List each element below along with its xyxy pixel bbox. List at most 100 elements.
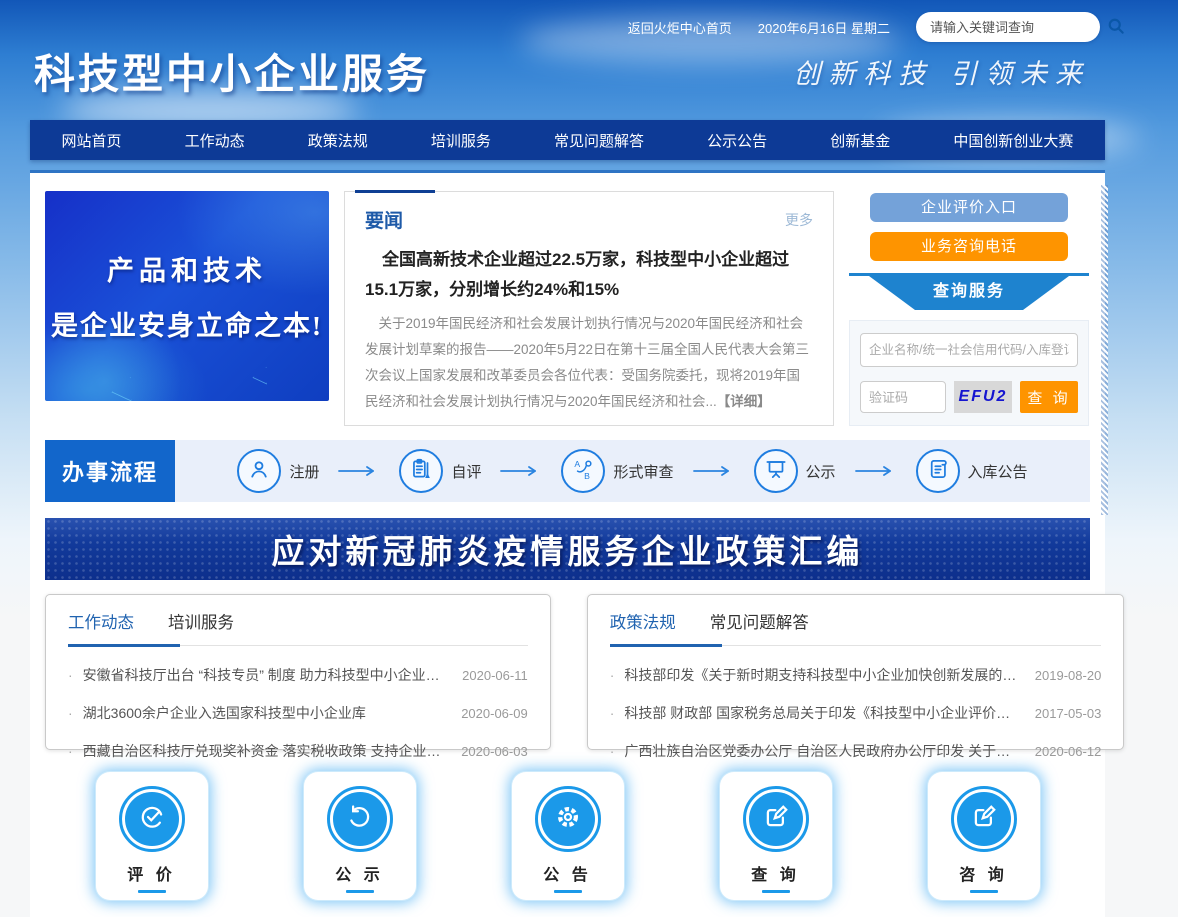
arrow-right-icon [337, 465, 381, 477]
tab-faq[interactable]: 常见问题解答 [710, 609, 809, 633]
news-tab-indicator [355, 190, 435, 193]
service-process-strip: 办事流程 注册 [45, 440, 1090, 502]
keyword-search-box[interactable] [916, 12, 1100, 42]
bullet: · [610, 743, 615, 759]
nav-item-innovation-competition[interactable]: 中国创新创业大赛 [953, 130, 1073, 151]
quick-link-announcement[interactable]: 公 告 [512, 772, 624, 900]
list-item[interactable]: · 科技部印发《关于新时期支持科技型中小企业加快创新发展的若干政... 2019… [610, 656, 1102, 694]
promo-banner-image[interactable]: 产品和技术 是企业安身立命之本! [45, 191, 329, 401]
arrow-right-icon [692, 465, 736, 477]
bullet: · [610, 705, 615, 721]
policy-panel: 政策法规 常见问题解答 · 科技部印发《关于新时期支持科技型中小企业加快创新发展… [587, 594, 1125, 750]
company-name-input[interactable] [860, 333, 1078, 367]
keyword-search-input[interactable] [930, 20, 1106, 35]
covid-policy-banner[interactable]: 应对新冠肺炎疫情服务企业政策汇编 [45, 518, 1090, 580]
active-tab-underline [68, 644, 180, 647]
bullet: · [68, 667, 73, 683]
user-icon [246, 456, 272, 487]
query-service-form: EFU2 查 询 [849, 320, 1089, 426]
captcha-input[interactable] [860, 381, 946, 413]
clipboard-icon [408, 456, 434, 487]
process-step-publicity[interactable]: 公示 [754, 449, 836, 493]
item-date: 2020-06-11 [462, 668, 528, 683]
news-more-link[interactable]: 更多 [785, 210, 813, 230]
quick-link-consult[interactable]: 咨 询 [928, 772, 1040, 900]
work-news-panel: 工作动态 培训服务 · 安徽省科技厅出台 “科技专员” 制度 助力科技型中小企业… [45, 594, 551, 750]
scroll-icon [925, 456, 951, 487]
label-underline [554, 890, 582, 893]
list-item[interactable]: · 科技部 财政部 国家税务总局关于印发《科技型中小企业评价办法》... 201… [610, 694, 1102, 732]
svg-text:A: A [575, 458, 581, 468]
list-item[interactable]: · 安徽省科技厅出台 “科技专员” 制度 助力科技型中小企业发展 2020-06… [68, 656, 528, 694]
bullet: · [68, 705, 73, 721]
item-date: 2020-06-09 [461, 706, 528, 721]
active-tab-underline [610, 644, 722, 647]
tab-training[interactable]: 培训服务 [168, 609, 234, 633]
query-service-header: 查询服务 [869, 276, 1069, 310]
bullet: · [610, 667, 615, 683]
bullet: · [68, 743, 73, 759]
ab-review-icon: A B [570, 456, 596, 487]
arrow-right-icon [854, 465, 898, 477]
news-headline[interactable]: 全国高新技术企业超过22.5万家，科技型中小企业超过15.1万家，分别增长约24… [365, 245, 813, 305]
process-step-formal-review[interactable]: A B 形式审查 [561, 449, 673, 493]
check-circle-icon [137, 802, 167, 837]
nav-item-faq[interactable]: 常见问题解答 [554, 130, 644, 151]
query-service-topline [849, 273, 1089, 276]
quick-link-evaluation[interactable]: 评 价 [96, 772, 208, 900]
gear-icon [553, 802, 583, 837]
promo-banner-text: 产品和技术 是企业安身立命之本! [45, 249, 329, 343]
nav-item-work-news[interactable]: 工作动态 [185, 130, 245, 151]
quick-link-query[interactable]: 查 询 [720, 772, 832, 900]
nav-item-policies[interactable]: 政策法规 [308, 130, 368, 151]
process-step-registry-announcement[interactable]: 入库公告 [916, 449, 1028, 493]
list-item[interactable]: · 湖北3600余户企业入选国家科技型中小企业库 2020-06-09 [68, 694, 528, 732]
triangle-decoration [111, 372, 140, 401]
captcha-image[interactable]: EFU2 [954, 381, 1012, 413]
news-summary: 关于2019年国民经济和社会发展计划执行情况与2020年国民经济和社会发展计划草… [365, 311, 813, 416]
process-title: 办事流程 [45, 440, 175, 502]
list-item[interactable]: · 广西壮族自治区党委办公厅 自治区人民政府办公厅印发 关于进一步... 202… [610, 732, 1102, 770]
main-content: 产品和技术 是企业安身立命之本! 要闻 更多 全国高新技术企业超过22.5万家，… [30, 170, 1105, 917]
current-date: 2020年6月16日 星期二 [758, 18, 890, 37]
hatched-border-decoration [1101, 185, 1108, 515]
enterprise-evaluation-entry-button[interactable]: 企业评价入口 [870, 193, 1068, 222]
nav-item-home[interactable]: 网站首页 [62, 130, 122, 151]
presentation-icon [763, 456, 789, 487]
search-icon[interactable] [1106, 16, 1126, 39]
recycle-icon [345, 802, 375, 837]
main-navigation: 网站首页 工作动态 政策法规 培训服务 常见问题解答 公示公告 创新基金 中国创… [30, 120, 1105, 160]
label-underline [970, 890, 998, 893]
list-item[interactable]: · 西藏自治区科技厅兑现奖补资金 落实税收政策 支持企业科技创新 2020-06… [68, 732, 528, 770]
edit-icon [761, 802, 791, 837]
tab-policies[interactable]: 政策法规 [610, 609, 676, 633]
svg-text:B: B [585, 470, 591, 480]
torch-center-home-link[interactable]: 返回火炬中心首页 [628, 18, 732, 37]
business-consult-phone-button[interactable]: 业务咨询电话 [870, 232, 1068, 261]
edit-icon [969, 802, 999, 837]
quick-link-publicity[interactable]: 公 示 [304, 772, 416, 900]
site-slogan: 创新科技 引领未来 [793, 52, 1090, 91]
item-date: 2020-06-03 [461, 744, 528, 759]
label-underline [138, 890, 166, 893]
triangle-decoration [252, 363, 273, 384]
item-date: 2019-08-20 [1035, 668, 1102, 683]
site-logo-title: 科技型中小企业服务 [34, 40, 430, 100]
news-tab-label[interactable]: 要闻 [365, 206, 403, 233]
nav-item-announcements[interactable]: 公示公告 [707, 130, 767, 151]
process-step-register[interactable]: 注册 [237, 449, 319, 493]
item-date: 2020-06-12 [1035, 744, 1102, 759]
nav-item-innovation-fund[interactable]: 创新基金 [830, 130, 890, 151]
query-submit-button[interactable]: 查 询 [1020, 381, 1078, 413]
nav-item-training[interactable]: 培训服务 [431, 130, 491, 151]
news-detail-link[interactable]: 【详细】 [717, 394, 771, 409]
covid-policy-banner-title: 应对新冠肺炎疫情服务企业政策汇编 [272, 525, 864, 573]
top-utility-bar: 返回火炬中心首页 2020年6月16日 星期二 [0, 12, 1100, 42]
arrow-right-icon [499, 465, 543, 477]
label-underline [346, 890, 374, 893]
tab-work-news[interactable]: 工作动态 [68, 609, 134, 633]
label-underline [762, 890, 790, 893]
item-date: 2017-05-03 [1035, 706, 1102, 721]
process-step-self-evaluation[interactable]: 自评 [399, 449, 481, 493]
headline-news-panel: 要闻 更多 全国高新技术企业超过22.5万家，科技型中小企业超过15.1万家，分… [344, 191, 834, 426]
